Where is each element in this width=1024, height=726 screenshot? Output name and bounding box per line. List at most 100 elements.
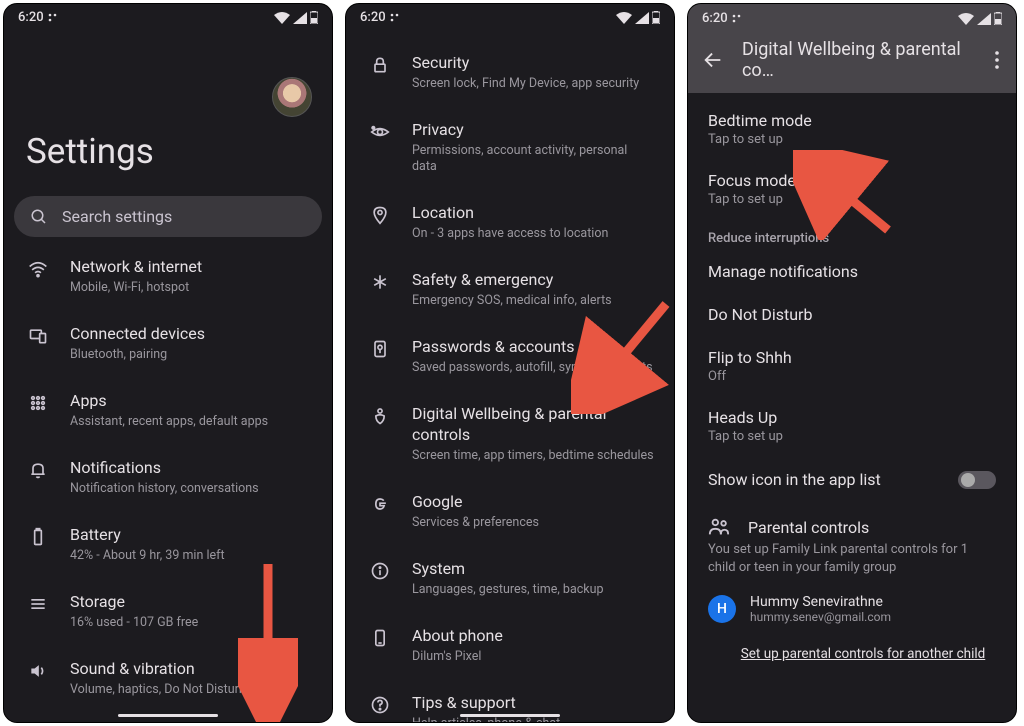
do-not-disturb-item[interactable]: Do Not Disturb	[688, 293, 1016, 336]
item-sub: Notification history, conversations	[70, 481, 312, 497]
manage-notifications-item[interactable]: Manage notifications	[688, 250, 1016, 293]
status-dots-icon	[732, 14, 744, 24]
item-sub: Languages, gestures, time, backup	[412, 582, 654, 598]
item-title: Passwords & accounts	[412, 337, 654, 358]
status-time: 6:20	[702, 11, 728, 26]
wifi-icon	[274, 12, 290, 24]
status-time: 6:20	[360, 10, 386, 25]
pin-icon	[370, 205, 390, 225]
bedtime-mode-item[interactable]: Bedtime mode Tap to set up	[688, 99, 1016, 159]
status-time: 6:20	[18, 10, 44, 25]
item-sub: Dilum's Pixel	[412, 649, 654, 665]
show-icon-toggle-row[interactable]: Show icon in the app list	[688, 456, 1016, 503]
item-sub: Services & preferences	[412, 515, 654, 531]
item-title: Safety & emergency	[412, 270, 654, 291]
nav-bar[interactable]	[118, 714, 218, 717]
setting-item-google[interactable]: Google Services & preferences	[346, 478, 674, 545]
battery-icon	[994, 12, 1002, 25]
setting-item-digital-wellbeing-parental-controls[interactable]: Digital Wellbeing & parental controls Sc…	[346, 390, 674, 478]
item-title: Show icon in the app list	[708, 470, 881, 489]
item-title: Network & internet	[70, 257, 312, 278]
item-sub: Bluetooth, pairing	[70, 347, 312, 363]
app-bar-title: Digital Wellbeing & parental co…	[742, 39, 968, 81]
avatar[interactable]	[272, 77, 312, 117]
setting-item-privacy[interactable]: Privacy Permissions, account activity, p…	[346, 106, 674, 189]
setting-item-about-phone[interactable]: About phone Dilum's Pixel	[346, 612, 674, 679]
parental-controls-item[interactable]: Parental controls	[688, 503, 1016, 541]
setting-item-connected-devices[interactable]: Connected devices Bluetooth, pairing	[4, 310, 332, 377]
child-account-item[interactable]: H Hummy Senevirathne hummy.senev@gmail.c…	[688, 586, 1016, 632]
setting-item-location[interactable]: Location On - 3 apps have access to loca…	[346, 189, 674, 256]
item-sub: Screen lock, Find My Device, app securit…	[412, 76, 654, 92]
item-title: Parental controls	[748, 518, 869, 537]
screen-settings-main: 6:20 Settings Search settings Network & …	[3, 3, 333, 723]
item-title: Digital Wellbeing & parental controls	[412, 404, 654, 446]
signal-icon	[977, 13, 991, 25]
item-sub: Saved passwords, autofill, synced accoun…	[412, 360, 654, 376]
wifi-icon	[28, 259, 48, 279]
item-sub: Screen time, app timers, bedtime schedul…	[412, 448, 654, 464]
item-sub: Tap to set up	[708, 429, 996, 444]
apps-icon	[28, 393, 48, 413]
child-email: hummy.senev@gmail.com	[750, 610, 891, 624]
item-title: Security	[412, 53, 654, 74]
heads-up-item[interactable]: Heads Up Tap to set up	[688, 396, 1016, 456]
family-icon	[708, 517, 730, 537]
wifi-icon	[616, 12, 632, 24]
screen-settings-scrolled: 6:20 Security Screen lock, Find My Devic…	[345, 3, 675, 723]
help-icon	[370, 695, 390, 715]
item-title: Bedtime mode	[708, 111, 996, 130]
item-title: Flip to Shhh	[708, 348, 996, 367]
battery-icon	[652, 11, 660, 24]
item-sub: Tap to set up	[708, 192, 996, 207]
setting-item-safety-emergency[interactable]: Safety & emergency Emergency SOS, medica…	[346, 256, 674, 323]
setting-item-battery[interactable]: Battery 42% - About 9 hr, 39 min left	[4, 511, 332, 578]
back-button[interactable]	[702, 49, 724, 71]
item-title: Connected devices	[70, 324, 312, 345]
item-title: Apps	[70, 391, 312, 412]
item-title: Focus mode	[708, 171, 996, 190]
setting-item-network-internet[interactable]: Network & internet Mobile, Wi-Fi, hotspo…	[4, 243, 332, 310]
item-title: Location	[412, 203, 654, 224]
search-input[interactable]: Search settings	[14, 196, 322, 237]
more-icon[interactable]	[986, 49, 1008, 71]
setting-item-apps[interactable]: Apps Assistant, recent apps, default app…	[4, 377, 332, 444]
status-dots-icon	[390, 13, 402, 23]
item-title: Privacy	[412, 120, 654, 141]
app-bar: Digital Wellbeing & parental co…	[688, 30, 1016, 93]
lock-icon	[370, 55, 390, 75]
google-icon	[370, 494, 390, 514]
item-sub: Permissions, account activity, personal …	[412, 143, 654, 176]
setting-item-sound-vibration[interactable]: Sound & vibration Volume, haptics, Do No…	[4, 645, 332, 712]
item-sub: Help articles, phone & chat	[412, 716, 654, 723]
setting-item-passwords-accounts[interactable]: Passwords & accounts Saved passwords, au…	[346, 323, 674, 390]
item-sub: Assistant, recent apps, default apps	[70, 414, 312, 430]
item-title: Storage	[70, 592, 312, 613]
status-bar: 6:20	[346, 4, 674, 27]
setting-item-notifications[interactable]: Notifications Notification history, conv…	[4, 444, 332, 511]
item-title: Do Not Disturb	[708, 305, 996, 324]
child-name: Hummy Senevirathne	[750, 594, 891, 610]
setting-item-storage[interactable]: Storage 16% used - 107 GB free	[4, 578, 332, 645]
asterisk-icon	[370, 272, 390, 292]
nav-bar[interactable]	[460, 714, 560, 717]
bell-icon	[28, 460, 48, 480]
flip-to-shhh-item[interactable]: Flip to Shhh Off	[688, 336, 1016, 396]
item-title: Sound & vibration	[70, 659, 312, 680]
phone-icon	[370, 628, 390, 648]
item-sub: On - 3 apps have access to location	[412, 226, 654, 242]
setting-item-system[interactable]: System Languages, gestures, time, backup	[346, 545, 674, 612]
settings-list[interactable]: Security Screen lock, Find My Device, ap…	[346, 27, 674, 723]
parental-description: You set up Family Link parental controls…	[688, 541, 1016, 586]
battery-icon	[310, 11, 318, 24]
setup-another-child-link[interactable]: Set up parental controls for another chi…	[740, 646, 986, 662]
focus-mode-item[interactable]: Focus mode Tap to set up	[688, 159, 1016, 219]
setting-item-security[interactable]: Security Screen lock, Find My Device, ap…	[346, 39, 674, 106]
eye-icon	[370, 122, 390, 142]
screen-digital-wellbeing: 6:20 Digital Wellbeing & parental co… Be…	[687, 3, 1017, 723]
storage-icon	[28, 594, 48, 614]
toggle-switch[interactable]	[958, 471, 996, 489]
settings-list[interactable]: Network & internet Mobile, Wi-Fi, hotspo…	[4, 237, 332, 723]
item-title: Notifications	[70, 458, 312, 479]
info-icon	[370, 561, 390, 581]
